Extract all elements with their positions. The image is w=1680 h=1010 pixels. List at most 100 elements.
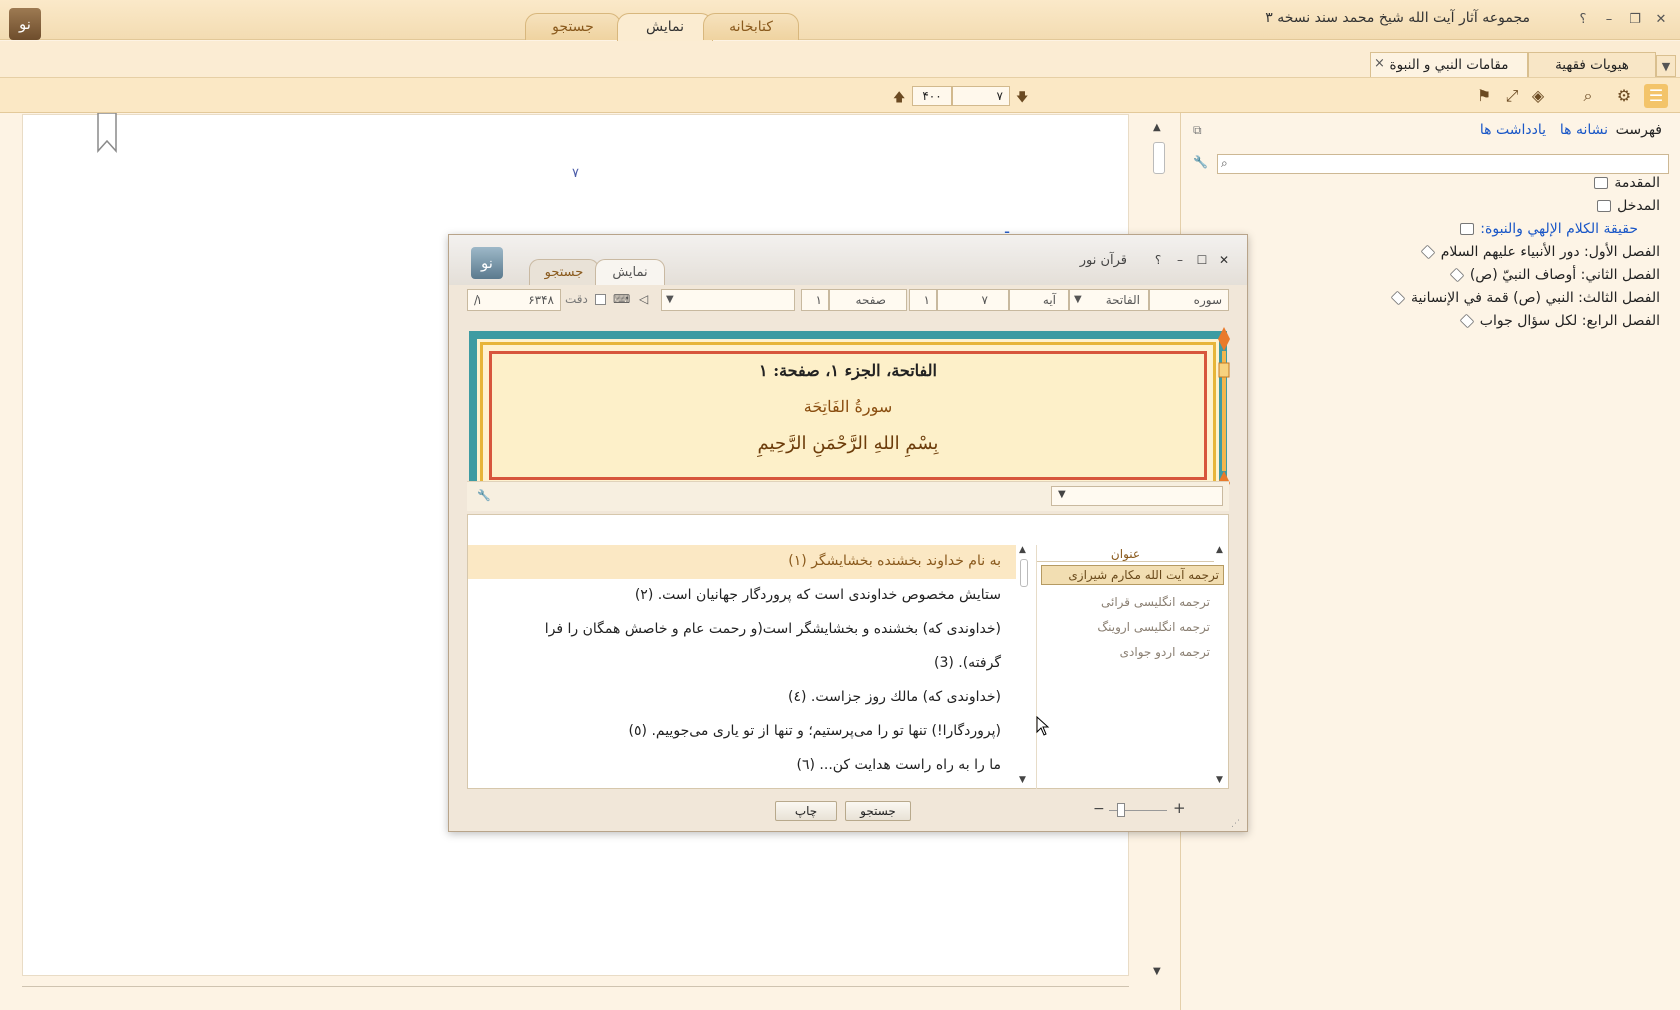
chapter-icon	[1390, 290, 1406, 306]
translation-item[interactable]: ترجمه انگلیسی قرائی	[1101, 595, 1210, 609]
toc-item[interactable]: الفصل الثالث: النبي (ص) قمة في الإنسانية	[1390, 290, 1660, 306]
dialog-search-button[interactable]: جستجو	[845, 801, 911, 821]
dialog-title-bar: نو جستجو نمایش قرآن نور ؟ – ☐ ✕	[449, 235, 1247, 285]
translation-item-selected[interactable]: ترجمه آیت الله مکارم شیرازی	[1041, 565, 1224, 585]
window-title: مجموعه آثار آیت الله شیخ محمد سند نسخه ۳	[1265, 10, 1530, 26]
tab-list-dropdown-icon[interactable]: ▼	[1656, 55, 1676, 77]
list-icon[interactable]: ☰	[1644, 84, 1668, 108]
index-search-input[interactable]	[1217, 154, 1669, 174]
panel-tab-notes[interactable]: یادداشت ها	[1480, 122, 1546, 138]
dialog-close-icon[interactable]: ✕	[1215, 251, 1233, 269]
aya-input[interactable]: ۷	[937, 289, 1009, 311]
sura-name: سورةُ الفَاتِحَة	[803, 397, 893, 416]
translation-item[interactable]: ترجمه انگلیسی اروینگ	[1097, 620, 1210, 634]
quran-dialog: نو جستجو نمایش قرآن نور ؟ – ☐ ✕ سوره الف…	[448, 234, 1248, 832]
sura-banner: الفاتحة، الجزء ۱، صفحة: ۱ سورةُ الفَاتِح…	[469, 331, 1227, 500]
page-label: صفحه	[829, 289, 907, 311]
scroll-thumb[interactable]	[1020, 559, 1028, 587]
scroll-down-icon[interactable]: ▼	[1019, 775, 1026, 785]
dialog-tab-display[interactable]: نمایش	[595, 259, 665, 285]
tab-display[interactable]: نمایش	[617, 13, 713, 41]
scroll-up-icon[interactable]: ▲	[1153, 122, 1161, 133]
verse-row[interactable]: ستایش مخصوص خداوندی است که پروردگار جهان…	[635, 587, 1001, 603]
print-button[interactable]: چاپ	[775, 801, 837, 821]
translation-scrollbar[interactable]: ▲ ▼	[1214, 545, 1228, 789]
scroll-up-icon[interactable]: ▲	[1216, 545, 1223, 555]
tab-search[interactable]: جستجو	[525, 13, 621, 40]
dialog-minimize-icon[interactable]: –	[1171, 251, 1189, 269]
doc-tab-label: مقامات النبي و النبوة	[1389, 57, 1509, 73]
app-logo[interactable]: نو	[9, 8, 41, 40]
restore-icon[interactable]: ❐	[1626, 11, 1644, 29]
close-tab-icon[interactable]: ×	[1374, 56, 1385, 71]
play-icon[interactable]: ◁	[639, 292, 648, 306]
bookmark-icon[interactable]: ⚑	[1472, 84, 1496, 108]
banner-scrollbar[interactable]	[1217, 327, 1231, 497]
book-icon	[1597, 200, 1612, 212]
search-icon[interactable]: ⌕	[1576, 84, 1600, 108]
zoom-out-icon[interactable]: −	[1093, 801, 1105, 817]
page-input[interactable]: ۱	[801, 289, 829, 311]
aya-from-input[interactable]: ۱	[909, 289, 937, 311]
sura-label: سوره	[1149, 289, 1229, 311]
verse-row[interactable]: (خداوندی که) بخشنده و بخشایشگر است(و رحم…	[545, 621, 1001, 637]
toc-item[interactable]: المقدمة	[1594, 175, 1660, 191]
scroll-up-icon[interactable]: ▲	[1019, 545, 1026, 555]
toc-item[interactable]: المدخل	[1597, 198, 1660, 214]
page-number: ۷	[572, 166, 579, 181]
panel-toggle-icon[interactable]: ⧉	[1193, 123, 1202, 138]
zoom-in-icon[interactable]: +	[1173, 799, 1186, 817]
verse-list: به نام خداوند بخشنده بخشایشگر (۱) ستایش …	[468, 545, 1016, 789]
document-tab-row: مقامات النبي و النبوة × هیویات فقهیة ▼	[0, 41, 1680, 78]
doc-tab-maqamat[interactable]: مقامات النبي و النبوة	[1370, 52, 1528, 77]
dialog-tab-search[interactable]: جستجو	[529, 259, 599, 285]
mouse-cursor-icon	[1036, 716, 1050, 736]
chapter-icon	[1459, 313, 1475, 329]
verse-scrollbar[interactable]: ▲ ▼	[1016, 545, 1032, 789]
doc-tab-hayawiyat[interactable]: هیویات فقهیة	[1528, 52, 1656, 77]
page-number-input[interactable]: ۷	[952, 86, 1010, 106]
verse-row[interactable]: (خداوندی که) مالك روز جزاست. (٤)	[788, 689, 1001, 705]
zoom-slider-handle[interactable]	[1117, 803, 1125, 817]
arrow-up-icon[interactable]: 🡅	[893, 88, 905, 109]
fullscreen-icon[interactable]: ⤢	[1500, 84, 1524, 108]
panel-tab-index[interactable]: فهرست	[1616, 122, 1662, 138]
verse-row[interactable]: گرفته). (3)	[934, 655, 1001, 671]
close-icon[interactable]: ✕	[1652, 11, 1670, 29]
minimize-icon[interactable]: –	[1600, 11, 1618, 29]
precision-checkbox[interactable]	[595, 294, 606, 305]
page-bookmark-icon[interactable]	[96, 113, 118, 153]
resize-grip-icon[interactable]: ⋰	[1231, 819, 1240, 829]
scroll-thumb[interactable]	[1153, 142, 1165, 174]
wrench-icon[interactable]: 🔧	[1193, 155, 1208, 169]
layers-icon[interactable]: ◈	[1526, 84, 1550, 108]
chapter-icon	[1420, 244, 1436, 260]
toc-item-selected[interactable]: حقيقة الكلام الإلهي والنبوة:	[1460, 221, 1638, 237]
scroll-down-icon[interactable]: ▼	[1216, 775, 1223, 785]
dialog-title: قرآن نور	[1079, 253, 1127, 268]
translation-header: عنوان	[1037, 547, 1214, 562]
keyboard-icon[interactable]: ⌨	[613, 292, 630, 306]
lower-toolbar: 🔧 ▼	[467, 481, 1229, 511]
translation-filter-select[interactable]: ▼	[1051, 486, 1223, 506]
panel-tab-bookmarks[interactable]: نشانه ها	[1560, 122, 1608, 138]
help-icon[interactable]: ؟	[1574, 11, 1592, 29]
toc-item[interactable]: الفصل الأول: دور الأنبياء عليهم السلام	[1420, 244, 1660, 260]
toc-item[interactable]: الفصل الرابع: لكل سؤال جواب	[1459, 313, 1660, 329]
arrow-down-icon[interactable]: 🡇	[1016, 88, 1028, 109]
sura-select[interactable]: الفاتحة ▼	[1069, 289, 1149, 311]
verse-row[interactable]: به نام خداوند بخشنده بخشایشگر (۱)	[788, 553, 1001, 569]
precision-label: دقت	[565, 292, 588, 306]
verse-row[interactable]: (پروردگارا!) تنها تو را می‌پرستیم؛ و تنه…	[629, 723, 1001, 739]
wrench-icon[interactable]: 🔧	[477, 489, 491, 502]
dialog-help-icon[interactable]: ؟	[1149, 251, 1167, 269]
translation-item[interactable]: ترجمه اردو جوادی	[1120, 645, 1210, 659]
dialog-maximize-icon[interactable]: ☐	[1193, 251, 1211, 269]
settings-icon[interactable]: ⚙	[1612, 84, 1636, 108]
tab-library[interactable]: کتابخانه	[703, 13, 799, 40]
toc-item[interactable]: الفصل الثاني: أوصاف النبيّ (ص)	[1449, 267, 1660, 283]
toolbar: 🡅 ۴۰۰ ۷ 🡇 ⚑ ⤢ ◈ ⌕ ⚙ ☰	[0, 78, 1680, 113]
scroll-down-icon[interactable]: ▼	[1153, 966, 1161, 977]
verse-row[interactable]: ما را به راه راست هدایت کن... (٦)	[797, 757, 1001, 773]
reciter-select[interactable]: ▼	[661, 289, 795, 311]
